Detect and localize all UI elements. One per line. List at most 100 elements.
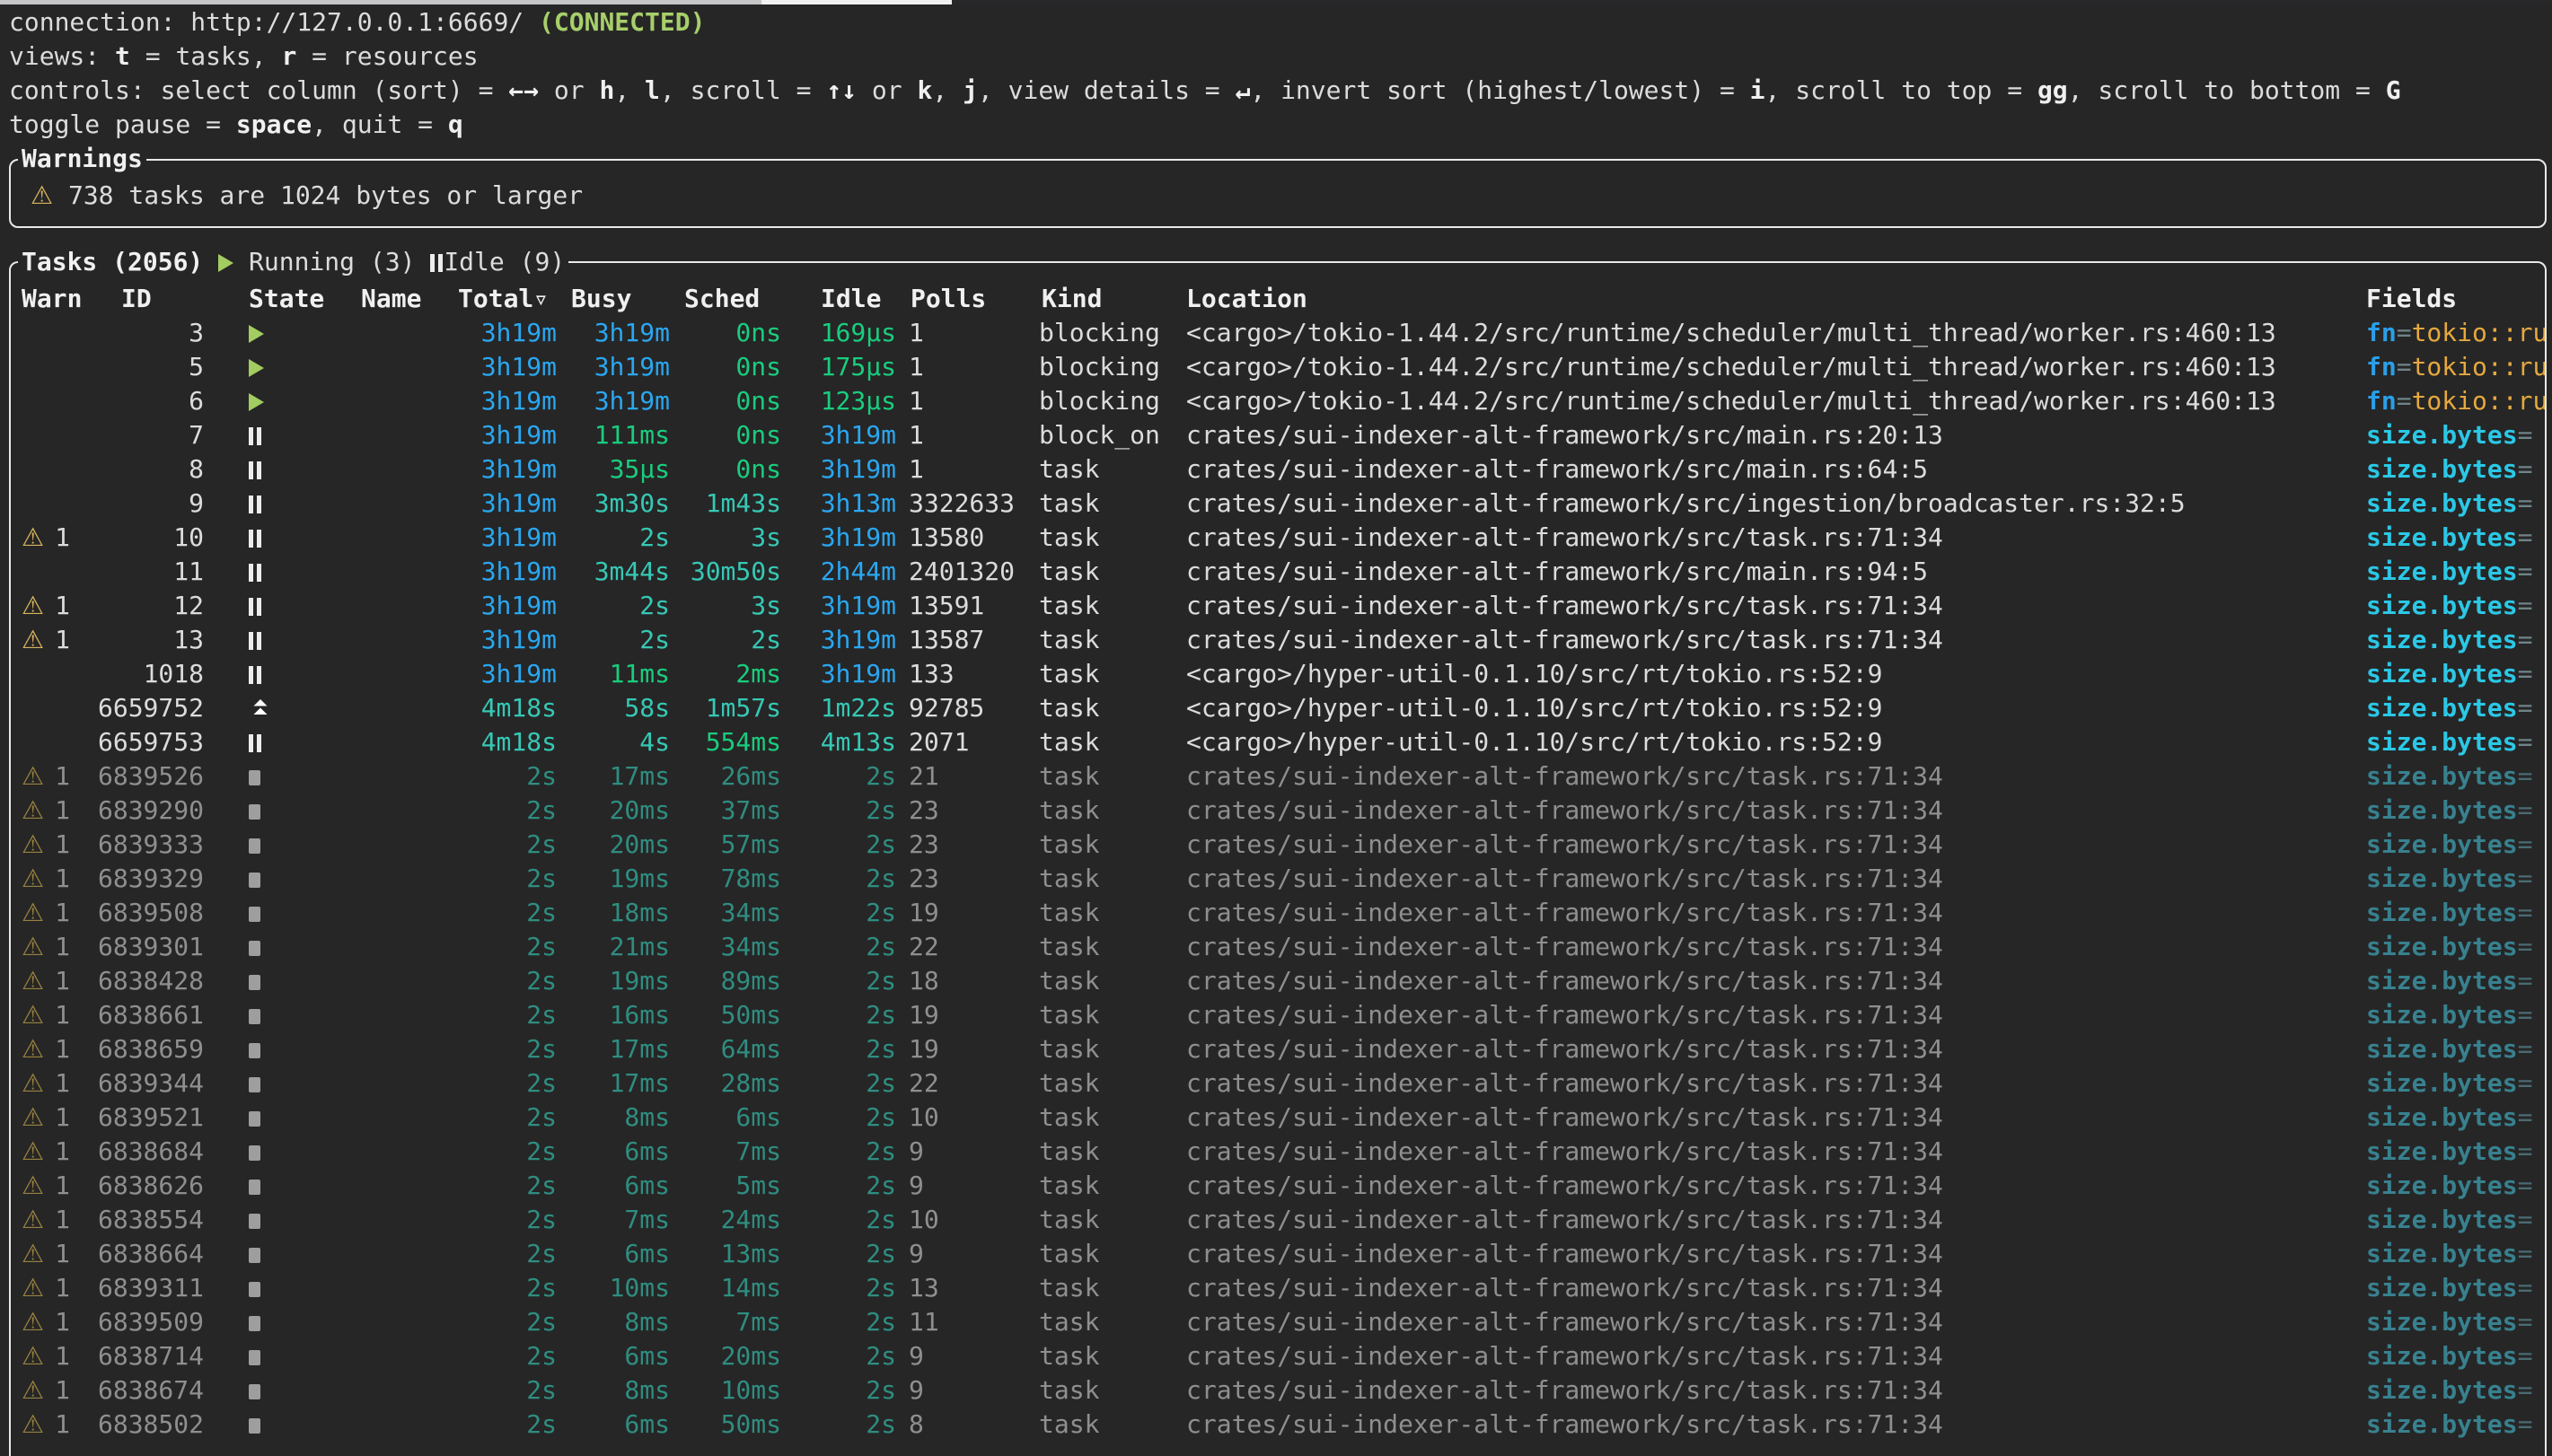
column-header-name[interactable]: Name xyxy=(361,282,421,316)
kind-cell: task xyxy=(1039,1305,1184,1339)
column-header-warn[interactable]: Warn xyxy=(22,282,82,316)
stopped-icon xyxy=(249,1316,260,1331)
kind-cell: task xyxy=(1039,1101,1184,1135)
polls-cell: 133 xyxy=(909,657,1036,691)
task-row[interactable]: ⚠ 1 6838428 2s 19ms 89ms 2s 18 task crat… xyxy=(0,964,2552,998)
task-row[interactable]: ⚠ 1 6838661 2s 16ms 50ms 2s 19 task crat… xyxy=(0,998,2552,1032)
task-row[interactable]: ⚠ 1 6839344 2s 17ms 28ms 2s 22 task crat… xyxy=(0,1066,2552,1101)
polls-cell: 1 xyxy=(909,384,1036,418)
task-row[interactable]: ⚠ 3 3h19m 3h19m 0ns 169µs 1 blocking <ca… xyxy=(0,316,2552,350)
task-id-cell: 6839509 xyxy=(83,1305,204,1339)
paused-icon xyxy=(249,427,253,445)
task-row[interactable]: ⚠ 6659752 4m18s 58s 1m57s 1m22s 92785 ta… xyxy=(0,691,2552,725)
task-row[interactable]: ⚠ 8 3h19m 35µs 0ns 3h19m 1 task crates/s… xyxy=(0,452,2552,487)
warn-count-cell: 1 xyxy=(47,589,70,623)
task-row[interactable]: ⚠ 1 6838664 2s 6ms 13ms 2s 9 task crates… xyxy=(0,1237,2552,1271)
idle-duration-cell: 169µs xyxy=(787,316,896,350)
warn-triangle-icon: ⚠ xyxy=(22,521,48,555)
busy-duration-cell: 8ms xyxy=(564,1305,670,1339)
task-row[interactable]: ⚠ 1 6839301 2s 21ms 34ms 2s 22 task crat… xyxy=(0,930,2552,964)
idle-count-label: Idle (9) xyxy=(444,247,565,276)
busy-duration-cell: 111ms xyxy=(564,418,670,452)
kind-cell: task xyxy=(1039,1271,1184,1305)
task-row[interactable]: ⚠ 1 6838714 2s 6ms 20ms 2s 9 task crates… xyxy=(0,1339,2552,1373)
task-row[interactable]: ⚠ 1 6839526 2s 17ms 26ms 2s 21 task crat… xyxy=(0,759,2552,794)
task-row[interactable]: ⚠ 11 3h19m 3m44s 30m50s 2h44m 2401320 ta… xyxy=(0,555,2552,589)
state-cell xyxy=(249,316,303,350)
idle-duration-cell: 3h19m xyxy=(787,418,896,452)
task-row[interactable]: ⚠ 1 6839509 2s 8ms 7ms 2s 11 task crates… xyxy=(0,1305,2552,1339)
task-id-cell: 6838664 xyxy=(83,1237,204,1271)
column-header-total-sorted[interactable]: Total xyxy=(458,282,533,316)
kind-cell: task xyxy=(1039,657,1184,691)
location-cell: crates/sui-indexer-alt-framework/src/tas… xyxy=(1186,1203,2346,1237)
stopped-icon xyxy=(249,1009,260,1024)
task-row[interactable]: ⚠ 6659753 4m18s 4s 554ms 4m13s 2071 task… xyxy=(0,725,2552,759)
task-row[interactable]: ⚠ 1 6838659 2s 17ms 64ms 2s 19 task crat… xyxy=(0,1032,2552,1066)
idle-duration-cell: 2s xyxy=(787,964,896,998)
task-row[interactable]: ⚠ 1 10 3h19m 2s 3s 3h19m 13580 task crat… xyxy=(0,521,2552,555)
column-header-location[interactable]: Location xyxy=(1186,282,1307,316)
task-row[interactable]: ⚠ 1 6838502 2s 6ms 50ms 2s 8 task crates… xyxy=(0,1408,2552,1442)
warn-count-cell: 1 xyxy=(47,1271,70,1305)
task-row[interactable]: ⚠ 1 6839521 2s 8ms 6ms 2s 10 task crates… xyxy=(0,1101,2552,1135)
column-header-fields[interactable]: Fields xyxy=(2366,282,2457,316)
idle-duration-cell: 123µs xyxy=(787,384,896,418)
stopped-icon xyxy=(249,1384,260,1399)
location-cell: crates/sui-indexer-alt-framework/src/tas… xyxy=(1186,1373,2346,1408)
busy-duration-cell: 7ms xyxy=(564,1203,670,1237)
tasks-table-header: Warn ID State Name Total ▿ Busy Sched Id… xyxy=(0,282,2552,316)
state-cell xyxy=(249,794,303,828)
warn-triangle-icon: ⚠ xyxy=(22,862,48,896)
task-row[interactable]: ⚠ 1 13 3h19m 2s 2s 3h19m 13587 task crat… xyxy=(0,623,2552,657)
state-cell xyxy=(249,1032,303,1066)
column-header-polls[interactable]: Polls xyxy=(911,282,986,316)
sched-duration-cell: 0ns xyxy=(675,452,781,487)
task-row[interactable]: ⚠ 1 12 3h19m 2s 3s 3h19m 13591 task crat… xyxy=(0,589,2552,623)
busy-duration-cell: 17ms xyxy=(564,1032,670,1066)
column-header-kind[interactable]: Kind xyxy=(1042,282,1102,316)
warn-triangle-icon: ⚠ xyxy=(22,1032,48,1066)
polls-cell: 8 xyxy=(909,1408,1036,1442)
column-header-idle[interactable]: Idle xyxy=(821,282,881,316)
task-row[interactable]: ⚠ 1 6838674 2s 8ms 10ms 2s 9 task crates… xyxy=(0,1373,2552,1408)
task-row[interactable]: ⚠ 1 6839329 2s 19ms 78ms 2s 23 task crat… xyxy=(0,862,2552,896)
column-header-id[interactable]: ID xyxy=(121,282,152,316)
task-row[interactable]: ⚠ 1 6839333 2s 20ms 57ms 2s 23 task crat… xyxy=(0,828,2552,862)
polls-cell: 19 xyxy=(909,896,1036,930)
column-header-busy[interactable]: Busy xyxy=(571,282,631,316)
sched-duration-cell: 10ms xyxy=(675,1373,781,1408)
polls-cell: 11 xyxy=(909,1305,1036,1339)
state-cell xyxy=(249,998,303,1032)
task-row[interactable]: ⚠ 7 3h19m 111ms 0ns 3h19m 1 block_on cra… xyxy=(0,418,2552,452)
task-row[interactable]: ⚠ 1 6839290 2s 20ms 37ms 2s 23 task crat… xyxy=(0,794,2552,828)
polls-cell: 22 xyxy=(909,1066,1036,1101)
busy-duration-cell: 3m30s xyxy=(564,487,670,521)
kind-cell: blocking xyxy=(1039,350,1184,384)
busy-duration-cell: 20ms xyxy=(564,828,670,862)
task-id-cell: 8 xyxy=(83,452,204,487)
task-row[interactable]: ⚠ 1 6838554 2s 7ms 24ms 2s 10 task crate… xyxy=(0,1203,2552,1237)
task-row[interactable]: ⚠ 1 6839508 2s 18ms 34ms 2s 19 task crat… xyxy=(0,896,2552,930)
task-row[interactable]: ⚠ 1 6838684 2s 6ms 7ms 2s 9 task crates/… xyxy=(0,1135,2552,1169)
sched-duration-cell: 3s xyxy=(675,589,781,623)
task-row[interactable]: ⚠ 9 3h19m 3m30s 1m43s 3h13m 3322633 task… xyxy=(0,487,2552,521)
location-cell: crates/sui-indexer-alt-framework/src/mai… xyxy=(1186,555,2346,589)
sched-duration-cell: 78ms xyxy=(675,862,781,896)
warn-count-cell: 1 xyxy=(47,896,70,930)
task-row[interactable]: ⚠ 1 6838626 2s 6ms 5ms 2s 9 task crates/… xyxy=(0,1169,2552,1203)
sched-duration-cell: 14ms xyxy=(675,1271,781,1305)
fields-cell: size.bytes= xyxy=(2366,1339,2545,1373)
busy-duration-cell: 4s xyxy=(564,725,670,759)
task-row[interactable]: ⚠ 1018 3h19m 11ms 2ms 3h19m 133 task <ca… xyxy=(0,657,2552,691)
location-cell: crates/sui-indexer-alt-framework/src/tas… xyxy=(1186,1408,2346,1442)
task-row[interactable]: ⚠ 6 3h19m 3h19m 0ns 123µs 1 blocking <ca… xyxy=(0,384,2552,418)
column-header-state[interactable]: State xyxy=(249,282,324,316)
location-cell: crates/sui-indexer-alt-framework/src/tas… xyxy=(1186,1237,2346,1271)
column-header-sched[interactable]: Sched xyxy=(684,282,760,316)
task-row[interactable]: ⚠ 1 6839311 2s 10ms 14ms 2s 13 task crat… xyxy=(0,1271,2552,1305)
paused-icon xyxy=(249,666,253,684)
task-row[interactable]: ⚠ 5 3h19m 3h19m 0ns 175µs 1 blocking <ca… xyxy=(0,350,2552,384)
total-duration-cell: 2s xyxy=(445,998,557,1032)
total-duration-cell: 4m18s xyxy=(445,691,557,725)
